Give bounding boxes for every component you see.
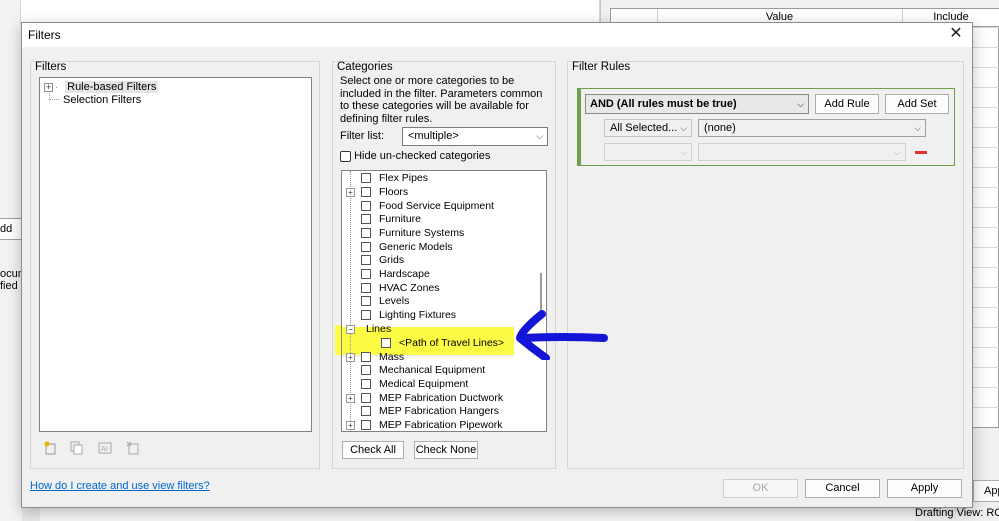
chevron-down-icon: ⌵ bbox=[680, 147, 687, 157]
rule-value-dropdown-empty[interactable]: ⌵ bbox=[698, 143, 906, 161]
list-item-label: Medical Equipment bbox=[379, 378, 469, 390]
chevron-down-icon: ⌵ bbox=[894, 147, 901, 157]
rename-filter-icon[interactable]: AI bbox=[98, 441, 112, 455]
checkbox-box[interactable] bbox=[361, 283, 371, 293]
checkbox-box[interactable] bbox=[361, 173, 371, 183]
expand-icon[interactable]: + bbox=[346, 421, 355, 430]
tree-item-label: Rule-based Filters bbox=[65, 81, 159, 93]
list-item-label: Furniture bbox=[379, 213, 422, 225]
rule-logic-value: AND (All rules must be true) bbox=[590, 98, 737, 110]
checkbox-box[interactable] bbox=[361, 242, 371, 252]
chevron-down-icon: ⌵ bbox=[797, 99, 804, 109]
checkbox-box[interactable] bbox=[361, 269, 371, 279]
checkbox-box[interactable] bbox=[361, 228, 371, 238]
filters-panel-title: Filters bbox=[35, 61, 67, 73]
list-item-label: HVAC Zones bbox=[379, 282, 440, 294]
tree-connector bbox=[56, 86, 62, 88]
checkbox-box[interactable] bbox=[361, 187, 371, 197]
filter-rules-panel-title: Filter Rules bbox=[572, 61, 631, 73]
collapse-icon[interactable]: − bbox=[346, 325, 355, 334]
list-item-label: Furniture Systems bbox=[379, 227, 465, 239]
help-link[interactable]: How do I create and use view filters? bbox=[30, 480, 210, 492]
filter-list-dropdown[interactable]: <multiple> ⌵ bbox=[402, 127, 548, 146]
list-item-label: Mechanical Equipment bbox=[379, 364, 486, 376]
tree-connector bbox=[49, 99, 59, 100]
check-all-button[interactable]: Check All bbox=[342, 441, 404, 459]
checkbox-box[interactable] bbox=[361, 214, 371, 224]
expand-icon[interactable]: + bbox=[346, 188, 355, 197]
svg-text:AI: AI bbox=[101, 445, 108, 453]
rule-operator-dropdown[interactable]: (none) ⌵ bbox=[698, 119, 926, 137]
new-filter-icon[interactable] bbox=[44, 441, 58, 455]
ok-button[interactable]: OK bbox=[723, 479, 798, 498]
list-item-label: Food Service Equipment bbox=[379, 200, 494, 212]
check-none-button[interactable]: Check None bbox=[414, 441, 478, 459]
tree-connector bbox=[350, 171, 351, 431]
dialog-titlebar: Filters ✕ bbox=[22, 23, 972, 47]
background-text-fragment: ocum bbox=[0, 268, 22, 280]
expand-icon[interactable]: + bbox=[346, 353, 355, 362]
remove-rule-icon[interactable] bbox=[915, 151, 927, 154]
rule-logic-dropdown[interactable]: AND (All rules must be true) ⌵ bbox=[585, 94, 809, 114]
filters-tree[interactable]: + Rule-based Filters Selection Filters bbox=[39, 77, 312, 432]
filter-list-label: Filter list: bbox=[340, 130, 384, 142]
hide-unchecked-checkbox[interactable]: Hide un-checked categories bbox=[340, 150, 490, 162]
checkbox-box[interactable] bbox=[340, 150, 351, 162]
chevron-down-icon: ⌵ bbox=[536, 131, 543, 141]
checkbox-box[interactable] bbox=[361, 296, 371, 306]
add-set-button[interactable]: Add Set bbox=[885, 94, 949, 114]
rule-parameter-value: All Selected... bbox=[610, 122, 678, 134]
chevron-down-icon: ⌵ bbox=[680, 123, 687, 133]
checkbox-box[interactable] bbox=[361, 201, 371, 211]
list-item-label: Lighting Fixtures bbox=[379, 309, 457, 321]
add-rule-button[interactable]: Add Rule bbox=[815, 94, 879, 114]
list-item-label: MEP Fabrication Hangers bbox=[379, 405, 500, 417]
background-left-panel bbox=[0, 0, 22, 521]
dialog-title: Filters bbox=[28, 28, 61, 42]
checkbox-box[interactable] bbox=[381, 338, 391, 348]
categories-panel-title: Categories bbox=[337, 61, 393, 73]
tree-item-selection-filters[interactable]: Selection Filters bbox=[63, 94, 141, 106]
checkbox-box[interactable] bbox=[361, 393, 371, 403]
background-text-fragment: fied I bbox=[0, 280, 22, 292]
filter-list-value: <multiple> bbox=[408, 130, 459, 142]
list-item-label: Mass bbox=[379, 351, 405, 363]
list-item-label: <Path of Travel Lines> bbox=[399, 337, 505, 349]
background-apply-button[interactable]: App bbox=[973, 480, 999, 502]
checkbox-box[interactable] bbox=[361, 365, 371, 375]
checkbox-box[interactable] bbox=[361, 310, 371, 320]
duplicate-filter-icon[interactable] bbox=[70, 441, 84, 455]
list-item-label: Generic Models bbox=[379, 241, 453, 253]
close-icon[interactable]: ✕ bbox=[946, 24, 966, 44]
checkbox-box[interactable] bbox=[361, 420, 371, 430]
tree-item-rule-based-filters[interactable]: + Rule-based Filters bbox=[44, 81, 159, 93]
list-item-label: MEP Fabrication Ductwork bbox=[379, 392, 504, 404]
delete-filter-icon[interactable] bbox=[126, 441, 140, 455]
list-item-label: Grids bbox=[379, 254, 405, 266]
categories-description: Select one or more categories to be incl… bbox=[340, 75, 543, 125]
list-item-label: MEP Fabrication Pipework bbox=[379, 419, 503, 431]
chevron-down-icon: ⌵ bbox=[914, 123, 921, 133]
background-add-button[interactable]: dd bbox=[0, 218, 22, 240]
expand-icon[interactable]: + bbox=[346, 394, 355, 403]
apply-button[interactable]: Apply bbox=[887, 479, 962, 498]
rule-parameter-dropdown-empty[interactable]: ⌵ bbox=[604, 143, 692, 161]
list-item-label: Lines bbox=[366, 323, 392, 335]
rule-operator-value: (none) bbox=[704, 122, 736, 134]
checkbox-box[interactable] bbox=[361, 352, 371, 362]
filters-dialog: Filters ✕ Filters + Rule-based Filters S… bbox=[21, 22, 973, 508]
cancel-button[interactable]: Cancel bbox=[805, 479, 880, 498]
list-item-label: Hardscape bbox=[379, 268, 430, 280]
arrow-annotation-icon bbox=[516, 310, 608, 360]
checkbox-box[interactable] bbox=[361, 406, 371, 416]
rule-parameter-dropdown[interactable]: All Selected... ⌵ bbox=[604, 119, 692, 137]
checkbox-box[interactable] bbox=[361, 255, 371, 265]
list-item-label: Levels bbox=[379, 295, 410, 307]
background-top-panel bbox=[20, 0, 600, 24]
hide-unchecked-label: Hide un-checked categories bbox=[354, 150, 491, 162]
list-item-label: Flex Pipes bbox=[379, 172, 429, 184]
checkbox-box[interactable] bbox=[361, 379, 371, 389]
list-item-label: Floors bbox=[379, 186, 409, 198]
